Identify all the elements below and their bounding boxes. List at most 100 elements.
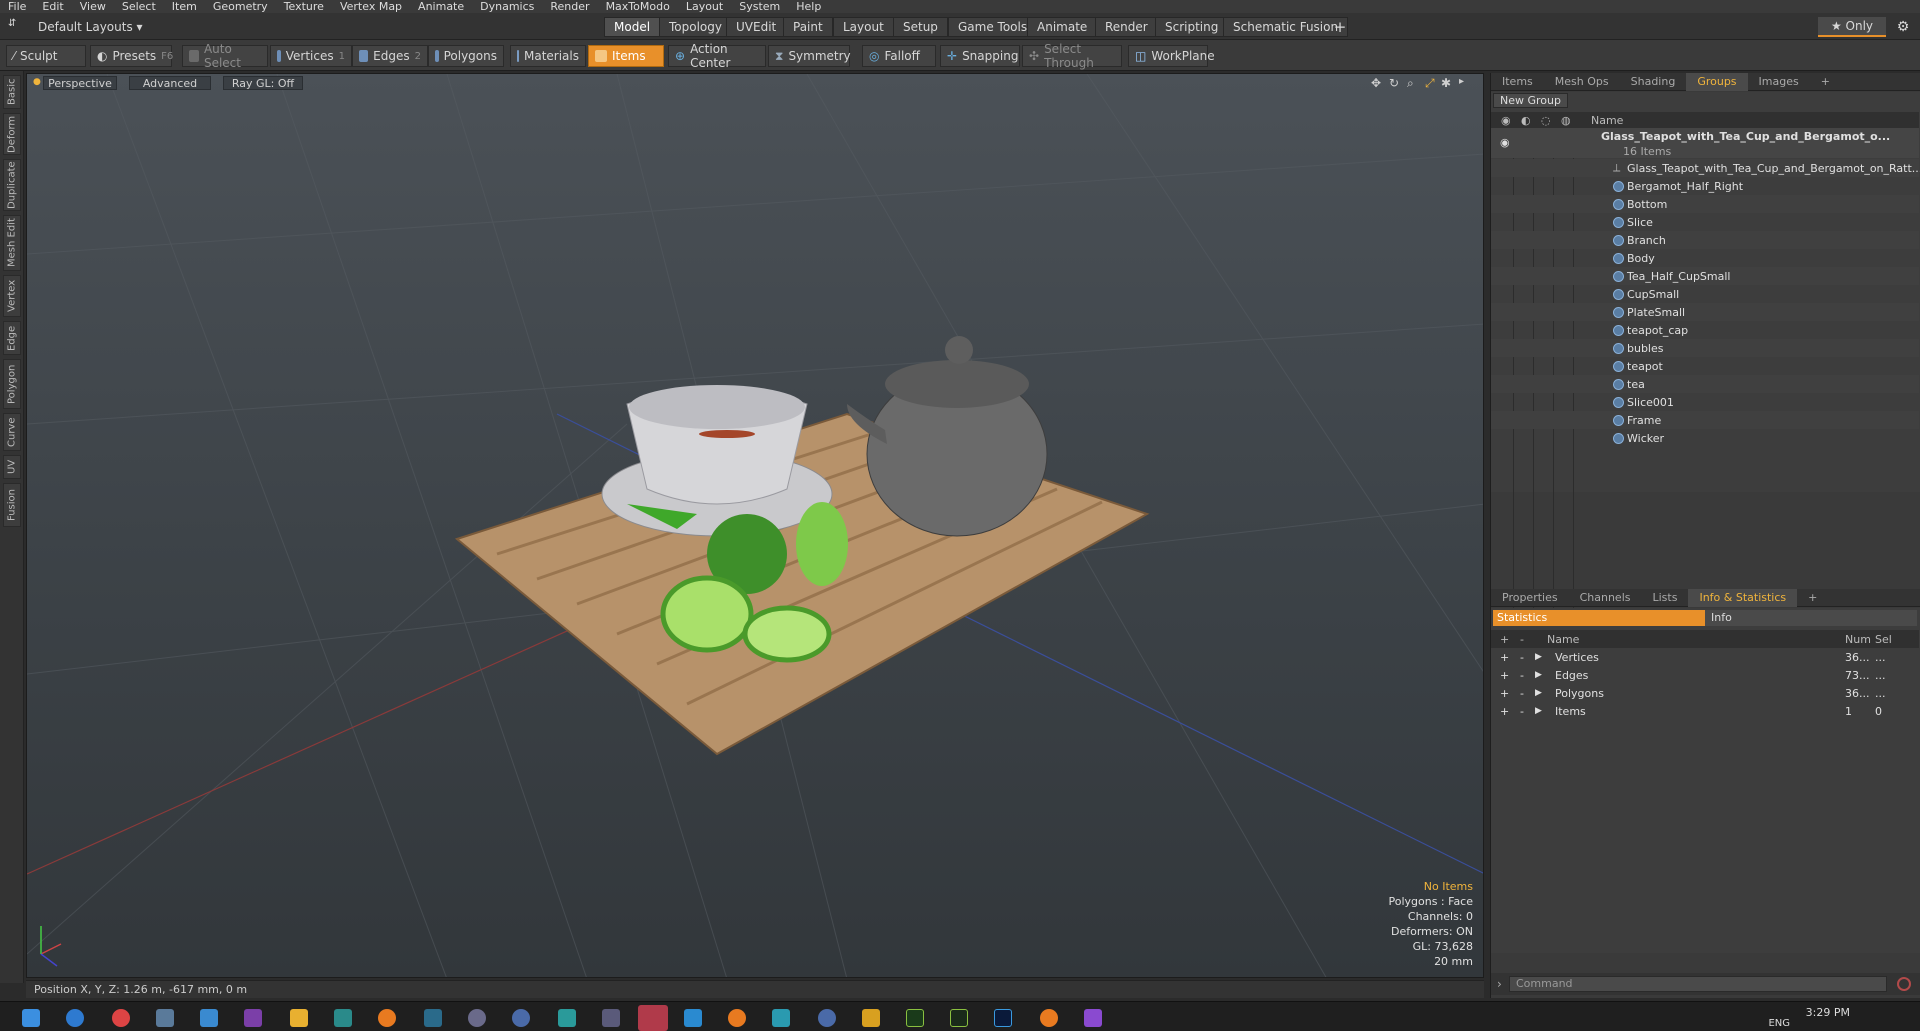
- 3d-viewport[interactable]: ● Perspective Advanced Ray GL: Off ✥ ↻ ⌕…: [26, 73, 1484, 978]
- menu-vertex-map[interactable]: Vertex Map: [332, 0, 410, 13]
- onenote-icon[interactable]: [244, 1009, 262, 1027]
- collapse-all-icon[interactable]: -: [1520, 633, 1524, 646]
- tab-lists[interactable]: Lists: [1642, 589, 1689, 607]
- auto-select-button[interactable]: Auto Select: [182, 42, 268, 70]
- app-icon[interactable]: [862, 1009, 880, 1027]
- designer-icon[interactable]: [950, 1009, 968, 1027]
- expand-arrow-icon[interactable]: ▶: [1535, 688, 1542, 698]
- edges-button[interactable]: Edges 2: [352, 45, 428, 67]
- bergamot-slice[interactable]: [742, 605, 832, 663]
- list-item[interactable]: Wicker: [1491, 429, 1919, 447]
- subtab-info[interactable]: Info: [1705, 610, 1917, 626]
- list-item[interactable]: Bergamot_Half_Right: [1491, 177, 1919, 195]
- tab-scripting[interactable]: Scripting: [1155, 17, 1229, 37]
- list-item[interactable]: Branch: [1491, 231, 1919, 249]
- blender-icon[interactable]: [728, 1009, 746, 1027]
- menu-layout[interactable]: Layout: [678, 0, 731, 13]
- left-tab-duplicate[interactable]: Duplicate: [3, 159, 21, 211]
- left-tab-basic[interactable]: Basic: [3, 75, 21, 109]
- tab-layout[interactable]: Layout: [833, 17, 894, 37]
- tab-paint[interactable]: Paint: [783, 17, 833, 37]
- blender-icon[interactable]: [1040, 1009, 1058, 1027]
- tab-info-statistics[interactable]: Info & Statistics: [1688, 588, 1798, 607]
- bergamot-half-right[interactable]: [796, 502, 848, 586]
- tab-channels[interactable]: Channels: [1569, 589, 1642, 607]
- pan-icon[interactable]: ✥: [1371, 76, 1381, 90]
- menu-edit[interactable]: Edit: [34, 0, 71, 13]
- action-center-button[interactable]: ⊕ Action Center: [668, 42, 766, 70]
- menu-help[interactable]: Help: [788, 0, 829, 13]
- remove-icon[interactable]: -: [1520, 651, 1524, 664]
- visibility-column-icon[interactable]: ◉: [1501, 114, 1511, 127]
- painter-icon[interactable]: [906, 1009, 924, 1027]
- viewport-settings-icon[interactable]: ✱: [1441, 76, 1451, 90]
- presets-button[interactable]: ◐ Presets F6: [90, 45, 173, 67]
- add-icon[interactable]: +: [1500, 705, 1509, 718]
- 3dsmax-icon[interactable]: [684, 1009, 702, 1027]
- list-item[interactable]: PlateSmall: [1491, 303, 1919, 321]
- viewport-menu-icon[interactable]: ●: [33, 77, 41, 87]
- edge-browser-icon[interactable]: [66, 1009, 84, 1027]
- app-icon[interactable]: [602, 1009, 620, 1027]
- app-icon[interactable]: [468, 1009, 486, 1027]
- left-tab-curve[interactable]: Curve: [3, 413, 21, 451]
- menu-file[interactable]: File: [0, 0, 34, 13]
- menu-animate[interactable]: Animate: [410, 0, 472, 13]
- select-through-button[interactable]: ✣ Select Through: [1022, 42, 1122, 70]
- falloff-button[interactable]: ◎ Falloff: [862, 45, 936, 67]
- eye-icon[interactable]: ◉: [1500, 136, 1510, 149]
- tab-render[interactable]: Render: [1095, 17, 1158, 37]
- add-stats-tab-button[interactable]: +: [1797, 589, 1828, 607]
- menu-texture[interactable]: Texture: [276, 0, 332, 13]
- chrome-icon[interactable]: [112, 1009, 130, 1027]
- list-item[interactable]: Slice: [1491, 213, 1919, 231]
- raygl-toggle[interactable]: Ray GL: Off: [223, 76, 303, 90]
- table-row[interactable]: + - ▶ Items 1 0: [1491, 702, 1919, 720]
- expand-arrow-icon[interactable]: ▶: [1535, 706, 1542, 716]
- polygons-button[interactable]: Polygons: [428, 45, 504, 67]
- add-icon[interactable]: +: [1500, 687, 1509, 700]
- left-tab-vertex[interactable]: Vertex: [3, 275, 21, 317]
- tab-uvedit[interactable]: UVEdit: [726, 17, 787, 37]
- menu-view[interactable]: View: [72, 0, 114, 13]
- left-tab-deform[interactable]: Deform: [3, 113, 21, 155]
- tab-groups[interactable]: Groups: [1686, 72, 1748, 91]
- blender-icon[interactable]: [378, 1009, 396, 1027]
- zoom-icon[interactable]: ⌕: [1407, 76, 1414, 91]
- list-item[interactable]: bubles: [1491, 339, 1919, 357]
- list-item[interactable]: Tea_Half_CupSmall: [1491, 267, 1919, 285]
- list-item[interactable]: Frame: [1491, 411, 1919, 429]
- tab-items[interactable]: Items: [1491, 73, 1544, 91]
- photoshop-icon[interactable]: [994, 1009, 1012, 1027]
- tab-setup[interactable]: Setup: [893, 17, 948, 37]
- sculpt-button[interactable]: ⁄ Sculpt: [6, 45, 86, 67]
- tab-shading[interactable]: Shading: [1620, 73, 1687, 91]
- expand-arrow-icon[interactable]: ▶: [1535, 670, 1542, 680]
- workplane-button[interactable]: ◫ WorkPlane: [1128, 45, 1215, 67]
- only-toggle[interactable]: ★ Only: [1818, 17, 1886, 37]
- tab-properties[interactable]: Properties: [1491, 589, 1569, 607]
- table-row[interactable]: + - ▶ Edges 73... ...: [1491, 666, 1919, 684]
- materials-button[interactable]: Materials: [510, 45, 586, 67]
- language-indicator[interactable]: ENG: [1768, 1018, 1790, 1029]
- modo-icon[interactable]: [424, 1009, 442, 1027]
- maya-icon[interactable]: [772, 1009, 790, 1027]
- tab-mesh-ops[interactable]: Mesh Ops: [1544, 73, 1620, 91]
- remove-icon[interactable]: -: [1520, 669, 1524, 682]
- lock-column-icon[interactable]: ◌: [1541, 114, 1551, 127]
- gear-icon[interactable]: ⚙: [1894, 17, 1912, 37]
- list-item[interactable]: ⟂ Glass_Teapot_with_Tea_Cup_and_Bergamot_…: [1491, 159, 1920, 177]
- table-row[interactable]: + - ▶ Vertices 36... ...: [1491, 648, 1919, 666]
- calculator-icon[interactable]: [156, 1009, 174, 1027]
- menu-maxtomodo[interactable]: MaxToModo: [598, 0, 678, 13]
- menu-item[interactable]: Item: [164, 0, 205, 13]
- clock[interactable]: 3:29 PM: [1806, 1006, 1850, 1019]
- command-input[interactable]: Command: [1509, 976, 1887, 992]
- viewport-expand-icon[interactable]: ▸: [1459, 76, 1464, 87]
- group-row[interactable]: ◉ Glass_Teapot_with_Tea_Cup_and_Bergamot…: [1491, 128, 1919, 158]
- app-icon[interactable]: [818, 1009, 836, 1027]
- rotate-icon[interactable]: ↻: [1389, 76, 1399, 90]
- menu-render[interactable]: Render: [542, 0, 597, 13]
- left-tab-mesh-edit[interactable]: Mesh Edit: [3, 215, 21, 271]
- tab-schematic-fusion[interactable]: Schematic Fusion: [1223, 17, 1349, 37]
